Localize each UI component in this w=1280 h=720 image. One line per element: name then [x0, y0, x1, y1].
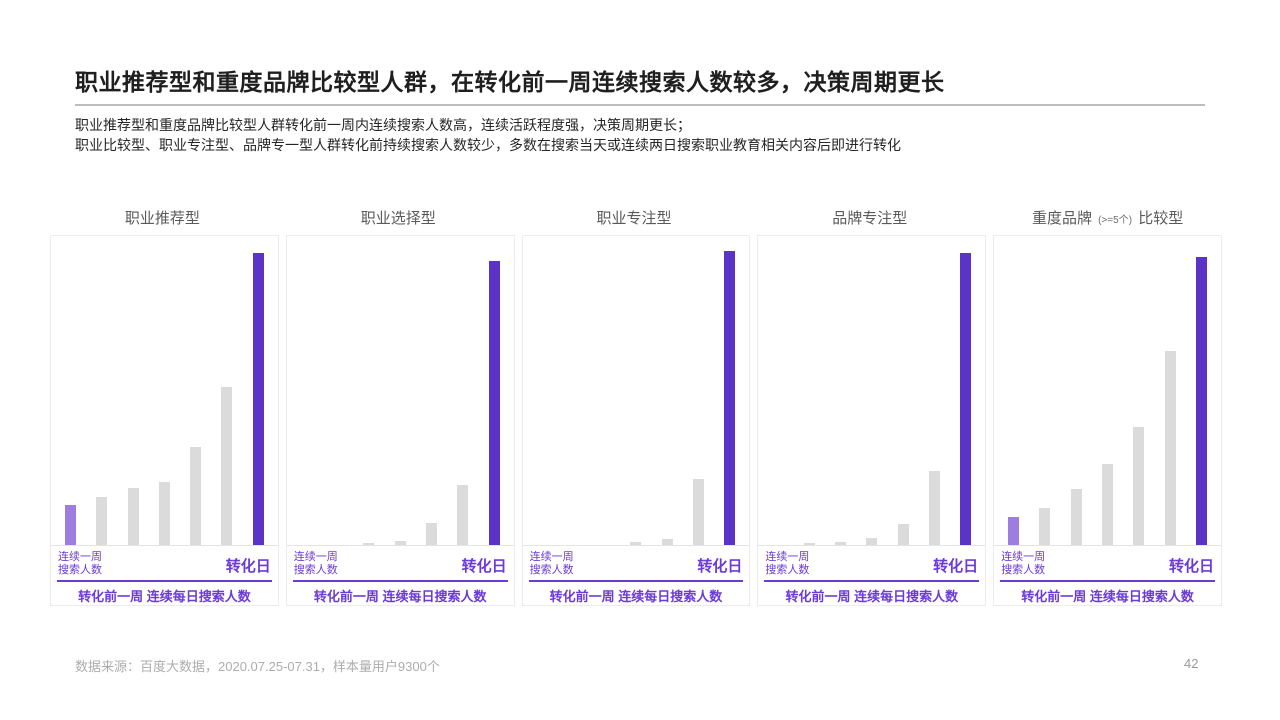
axis-left-label-line2: 搜索人数: [58, 564, 102, 576]
daily-search-bar: [835, 542, 846, 545]
charts-row: 职业推荐型 连续一周搜索人数 转化日 转化前一周 连续每日搜索人数 职业选择型 …: [50, 200, 1222, 606]
daily-search-bar: [96, 497, 107, 545]
subtitle-line-2: 职业比较型、职业专注型、品牌专一型人群转化前持续搜索人数较少，多数在搜索当天或连…: [75, 136, 1205, 156]
axis-right-label: 转化日: [462, 555, 507, 577]
axis-left-label: 连续一周搜索人数: [294, 551, 338, 577]
daily-search-bar: [159, 482, 170, 545]
daily-search-bar: [1133, 427, 1144, 545]
axis-right-label: 转化日: [226, 555, 271, 577]
chart-title-small: [436, 217, 440, 219]
axis-left-label: 连续一周搜索人数: [765, 551, 809, 577]
continuous-week-bar: [1008, 517, 1019, 545]
chart-panel-heavy-brand-comparing: 重度品牌 (>=5个) 比较型 连续一周搜索人数 转化日 转化前一周 连续每日搜…: [993, 200, 1222, 606]
axis-labels-row: 连续一周搜索人数 转化日: [994, 546, 1221, 577]
chart-title-text: 品牌专注型: [832, 207, 907, 228]
axis-right-label: 转化日: [933, 555, 978, 577]
chart-panel-career-focused: 职业专注型 连续一周搜索人数 转化日 转化前一周 连续每日搜索人数: [522, 200, 751, 606]
axis-left-label-line2: 搜索人数: [765, 564, 809, 576]
conversion-day-bar: [724, 251, 735, 545]
chart-title: 职业专注型: [522, 200, 751, 235]
bar-plot: [758, 236, 985, 546]
axis-left-label-line2: 搜索人数: [294, 564, 338, 576]
conversion-day-bar: [253, 253, 264, 545]
chart-title-small: [672, 217, 676, 219]
chart-title-text: 职业选择型: [361, 207, 436, 228]
chart-caption: 转化前一周 连续每日搜索人数: [51, 582, 278, 605]
axis-left-label-line1: 连续一周: [530, 551, 574, 563]
chart-title-small: [200, 217, 204, 219]
chart-title-text: 职业专注型: [596, 207, 671, 228]
bar-plot: [523, 236, 750, 546]
daily-search-bar: [190, 447, 201, 545]
chart-card: 连续一周搜索人数 转化日 转化前一周 连续每日搜索人数: [50, 235, 279, 606]
daily-search-bar: [457, 485, 468, 545]
page-title: 职业推荐型和重度品牌比较型人群，在转化前一周连续搜索人数较多，决策周期更长: [75, 63, 1215, 97]
conversion-day-bar: [1196, 257, 1207, 545]
axis-labels-row: 连续一周搜索人数 转化日: [758, 546, 985, 577]
page-number: 42: [1184, 656, 1198, 671]
chart-title-small: [907, 217, 911, 219]
slide: 职业推荐型和重度品牌比较型人群，在转化前一周连续搜索人数较多，决策周期更长 职业…: [0, 0, 1280, 720]
daily-search-bar: [693, 479, 704, 545]
bar-plot: [287, 236, 514, 546]
daily-search-bar: [929, 471, 940, 545]
daily-search-bar: [395, 541, 406, 545]
daily-search-bar: [128, 488, 139, 545]
axis-left-label-line1: 连续一周: [765, 551, 809, 563]
chart-caption: 转化前一周 连续每日搜索人数: [287, 582, 514, 605]
chart-caption: 转化前一周 连续每日搜索人数: [523, 582, 750, 605]
bar-plot: [51, 236, 278, 546]
daily-search-bar: [866, 538, 877, 545]
axis-labels-row: 连续一周搜索人数 转化日: [523, 546, 750, 577]
axis-labels-row: 连续一周搜索人数 转化日: [287, 546, 514, 577]
chart-panel-brand-focused: 品牌专注型 连续一周搜索人数 转化日 转化前一周 连续每日搜索人数: [757, 200, 986, 606]
daily-search-bar: [1165, 351, 1176, 545]
conversion-day-bar: [960, 253, 971, 545]
chart-title: 重度品牌 (>=5个) 比较型: [993, 200, 1222, 235]
daily-search-bar: [630, 542, 641, 545]
axis-left-label: 连续一周搜索人数: [1001, 551, 1045, 577]
subtitle: 职业推荐型和重度品牌比较型人群转化前一周内连续搜索人数高，连续活跃程度强，决策周…: [75, 116, 1205, 155]
daily-search-bar: [426, 523, 437, 545]
chart-card: 连续一周搜索人数 转化日 转化前一周 连续每日搜索人数: [286, 235, 515, 606]
subtitle-line-1: 职业推荐型和重度品牌比较型人群转化前一周内连续搜索人数高，连续活跃程度强，决策周…: [75, 116, 1205, 136]
axis-left-label-line2: 搜索人数: [1001, 564, 1045, 576]
chart-panel-career-selective: 职业选择型 连续一周搜索人数 转化日 转化前一周 连续每日搜索人数: [286, 200, 515, 606]
daily-search-bar: [1071, 489, 1082, 545]
chart-caption: 转化前一周 连续每日搜索人数: [758, 582, 985, 605]
data-source-note: 数据来源：百度大数据，2020.07.25-07.31，样本量用户9300个: [75, 656, 440, 675]
daily-search-bar: [221, 387, 232, 545]
chart-card: 连续一周搜索人数 转化日 转化前一周 连续每日搜索人数: [522, 235, 751, 606]
chart-title: 职业选择型: [286, 200, 515, 235]
conversion-day-bar: [489, 261, 500, 545]
axis-right-label: 转化日: [1169, 555, 1214, 577]
continuous-week-bar: [65, 505, 76, 545]
chart-title: 职业推荐型: [50, 200, 279, 235]
chart-card: 连续一周搜索人数 转化日 转化前一周 连续每日搜索人数: [993, 235, 1222, 606]
chart-title-text: 重度品牌: [1032, 207, 1096, 228]
daily-search-bar: [804, 543, 815, 545]
chart-caption: 转化前一周 连续每日搜索人数: [994, 582, 1221, 605]
title-divider: [75, 104, 1205, 106]
daily-search-bar: [898, 524, 909, 545]
chart-card: 连续一周搜索人数 转化日 转化前一周 连续每日搜索人数: [757, 235, 986, 606]
daily-search-bar: [1039, 508, 1050, 545]
chart-title-suffix: 比较型: [1134, 207, 1183, 228]
axis-right-label: 转化日: [697, 555, 742, 577]
chart-title: 品牌专注型: [757, 200, 986, 235]
chart-title-small: (>=5个): [1096, 209, 1134, 226]
axis-left-label-line2: 搜索人数: [530, 564, 574, 576]
bar-plot: [994, 236, 1221, 546]
axis-left-label-line1: 连续一周: [294, 551, 338, 563]
daily-search-bar: [363, 543, 374, 545]
daily-search-bar: [1102, 464, 1113, 545]
axis-labels-row: 连续一周搜索人数 转化日: [51, 546, 278, 577]
chart-title-text: 职业推荐型: [125, 207, 200, 228]
chart-panel-career-recommended: 职业推荐型 连续一周搜索人数 转化日 转化前一周 连续每日搜索人数: [50, 200, 279, 606]
axis-left-label: 连续一周搜索人数: [530, 551, 574, 577]
daily-search-bar: [662, 539, 673, 545]
axis-left-label: 连续一周搜索人数: [58, 551, 102, 577]
axis-left-label-line1: 连续一周: [58, 551, 102, 563]
axis-left-label-line1: 连续一周: [1001, 551, 1045, 563]
